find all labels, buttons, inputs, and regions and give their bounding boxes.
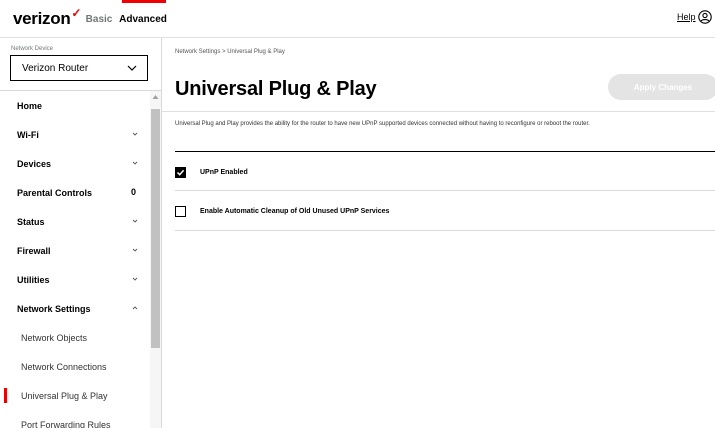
- chevron-down-icon: [132, 248, 138, 252]
- sidebar-item-label: Utilities: [17, 274, 50, 285]
- sidebar-item-label: Firewall: [17, 245, 51, 256]
- breadcrumb: Network Settings > Universal Plug & Play: [175, 49, 285, 55]
- logo-text: verizon: [13, 9, 71, 28]
- parental-controls-count: 0: [131, 187, 137, 197]
- checkmark-icon: [176, 169, 185, 176]
- apply-changes-button[interactable]: Apply Changes: [608, 74, 715, 100]
- chevron-down-icon: [132, 219, 138, 223]
- upnp-enabled-option[interactable]: UPnP Enabled: [175, 165, 248, 179]
- top-bar: verizon ✓ Basic Advanced Help: [0, 0, 715, 38]
- auto-cleanup-option[interactable]: Enable Automatic Cleanup of Old Unused U…: [175, 204, 389, 218]
- auto-cleanup-checkbox[interactable]: [175, 205, 186, 217]
- option-divider: [175, 230, 715, 231]
- chevron-up-icon: [132, 306, 138, 310]
- user-icon[interactable]: [698, 10, 712, 24]
- sidebar-item-network-settings[interactable]: Network Settings: [0, 294, 150, 323]
- verizon-logo[interactable]: verizon ✓: [13, 6, 81, 29]
- scroll-up-icon[interactable]: [152, 94, 159, 100]
- chevron-down-icon: [132, 132, 138, 136]
- sidebar-subitem-universal-plug-and-play[interactable]: Universal Plug & Play: [0, 381, 150, 410]
- sidebar-subitem-network-connections[interactable]: Network Connections: [0, 352, 150, 381]
- device-select-value: Verizon Router: [22, 62, 89, 74]
- sidebar-item-label: Network Settings: [17, 303, 91, 314]
- sidebar-item-parental-controls[interactable]: Parental Controls 0: [0, 178, 150, 207]
- sidebar-scrollbar[interactable]: [150, 91, 161, 428]
- tab-advanced[interactable]: Advanced: [119, 0, 167, 38]
- sidebar-item-home[interactable]: Home: [0, 91, 150, 120]
- sidebar-item-label: Home: [17, 100, 43, 111]
- option-divider: [175, 190, 715, 191]
- tab-basic[interactable]: Basic: [72, 0, 126, 38]
- sidebar-nav: Home Wi-Fi Devices Parental Controls 0 S…: [0, 91, 150, 428]
- sidebar-subitem-port-forwarding-rules[interactable]: Port Forwarding Rules: [0, 410, 150, 428]
- sidebar-item-label: Wi-Fi: [17, 129, 39, 140]
- upnp-enabled-checkbox[interactable]: [175, 166, 186, 178]
- sidebar-subitem-network-objects[interactable]: Network Objects: [0, 323, 150, 352]
- sidebar-item-utilities[interactable]: Utilities: [0, 265, 150, 294]
- upnp-enabled-label: UPnP Enabled: [200, 168, 248, 176]
- sidebar-item-label: Parental Controls: [17, 187, 93, 198]
- chevron-down-icon: [132, 277, 138, 281]
- help-link[interactable]: Help: [677, 12, 696, 22]
- sidebar-item-status[interactable]: Status: [0, 207, 150, 236]
- title-divider: [162, 111, 715, 112]
- auto-cleanup-label: Enable Automatic Cleanup of Old Unused U…: [200, 207, 390, 215]
- sidebar-item-firewall[interactable]: Firewall: [0, 236, 150, 265]
- device-label: Network Device: [11, 46, 54, 52]
- page-title: Universal Plug & Play: [175, 78, 377, 100]
- sidebar: Network Device Verizon Router Home Wi-Fi…: [0, 38, 162, 428]
- scrollbar-thumb[interactable]: [151, 109, 160, 348]
- section-divider: [175, 151, 715, 152]
- sidebar-item-label: Devices: [17, 158, 52, 169]
- chevron-down-icon: [132, 161, 138, 165]
- sidebar-item-label: Status: [17, 216, 45, 227]
- page-description: Universal Plug and Play provides the abi…: [175, 121, 590, 127]
- device-select[interactable]: Verizon Router: [10, 55, 148, 81]
- sidebar-item-wifi[interactable]: Wi-Fi: [0, 120, 150, 149]
- chevron-down-icon: [127, 65, 137, 71]
- sidebar-item-devices[interactable]: Devices: [0, 149, 150, 178]
